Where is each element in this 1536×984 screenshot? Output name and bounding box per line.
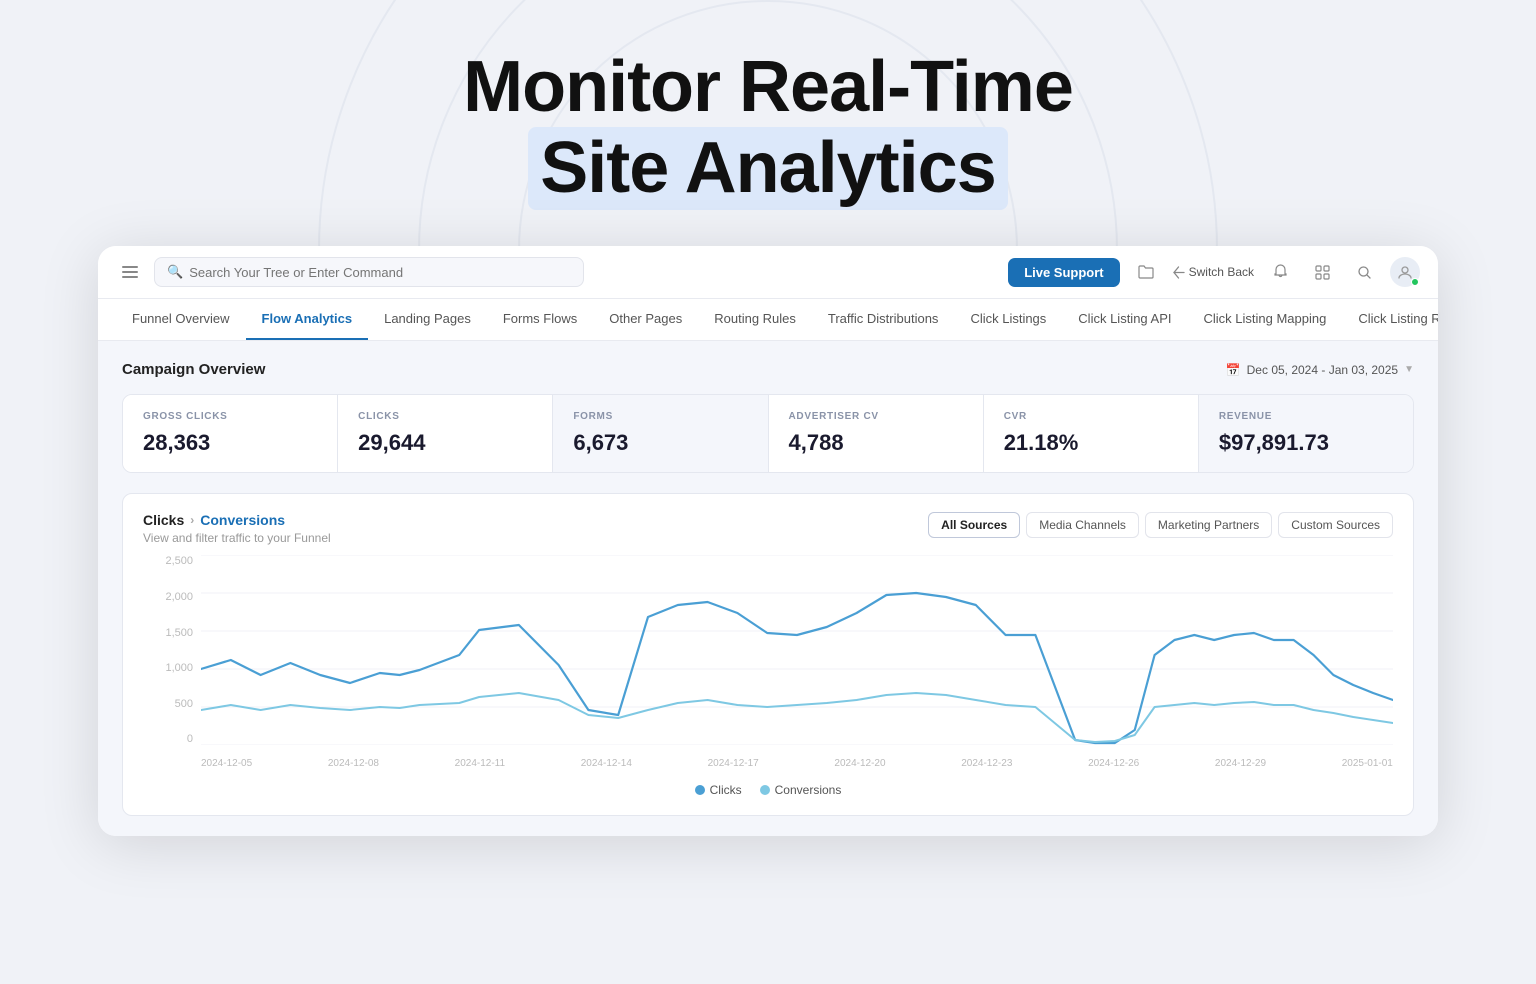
metrics-row: GROSS CLICKS 28,363 CLICKS 29,644 FORMS …: [122, 394, 1414, 473]
chart-x-label: 2024-12-23: [961, 758, 1012, 769]
hero-section: Monitor Real-Time Site Analytics: [0, 0, 1536, 246]
nav-tab-traffic-distributions[interactable]: Traffic Distributions: [812, 299, 955, 340]
chart-x-label: 2024-12-29: [1215, 758, 1266, 769]
legend-dot: [695, 785, 705, 795]
metric-value-forms: 6,673: [573, 430, 747, 456]
dashboard-window: 🔍 Live Support Switch Back: [98, 246, 1438, 836]
metric-value-gross-clicks: 28,363: [143, 430, 317, 456]
nav-tab-click-listings[interactable]: Click Listings: [954, 299, 1062, 340]
live-support-button[interactable]: Live Support: [1008, 258, 1119, 287]
sidebar-toggle[interactable]: [116, 258, 144, 286]
chart-x-label: 2024-12-14: [581, 758, 632, 769]
metric-cell-clicks: CLICKS 29,644: [338, 395, 553, 472]
chart-x-label: 2024-12-05: [201, 758, 252, 769]
folder-icon[interactable]: [1130, 256, 1162, 288]
chart-legend: Clicks Conversions: [143, 783, 1393, 797]
metric-label-clicks: CLICKS: [358, 411, 532, 422]
calendar-icon: 📅: [1226, 363, 1241, 377]
nav-tab-click-listing-mapping[interactable]: Click Listing Mapping: [1188, 299, 1343, 340]
date-range-value: Dec 05, 2024 - Jan 03, 2025: [1247, 363, 1398, 377]
chart-title-area: Clicks › Conversions View and filter tra…: [143, 512, 331, 545]
metric-value-cvr: 21.18%: [1004, 430, 1178, 456]
metric-label-revenue: REVENUE: [1219, 411, 1393, 422]
chart-x-labels: 2024-12-05 2024-12-08 2024-12-11 2024-12-14…: [201, 751, 1393, 775]
metric-value-clicks: 29,644: [358, 430, 532, 456]
metric-value-advertiser-cv: 4,788: [789, 430, 963, 456]
chart-header: Clicks › Conversions View and filter tra…: [143, 512, 1393, 545]
chart-x-label: 2024-12-20: [834, 758, 885, 769]
chart-title: Clicks › Conversions: [143, 512, 331, 528]
metric-cell-forms: FORMS 6,673: [553, 395, 768, 472]
search-top-icon[interactable]: [1348, 256, 1380, 288]
nav-tab-funnel-overview[interactable]: Funnel Overview: [116, 299, 246, 340]
nav-tab-routing-rules[interactable]: Routing Rules: [698, 299, 812, 340]
metric-cell-revenue: REVENUE $97,891.73: [1199, 395, 1413, 472]
chart-section: Clicks › Conversions View and filter tra…: [122, 493, 1414, 816]
chart-inner: [201, 555, 1393, 745]
date-range-picker[interactable]: 📅 Dec 05, 2024 - Jan 03, 2025 ▼: [1226, 363, 1414, 377]
grid-icon[interactable]: [1306, 256, 1338, 288]
content-area: Campaign Overview 📅 Dec 05, 2024 - Jan 0…: [98, 341, 1438, 836]
metric-label-gross-clicks: GROSS CLICKS: [143, 411, 317, 422]
source-filter-marketing-partners[interactable]: Marketing Partners: [1145, 512, 1272, 538]
legend-item-conversions: Conversions: [760, 783, 842, 797]
chart-y-labels: 2,500 2,000 1,500 1,000 500 0: [143, 555, 193, 745]
chart-y-label: 1,000: [143, 662, 193, 674]
chart-title-sub: Conversions: [200, 512, 285, 528]
search-input[interactable]: [189, 265, 571, 280]
legend-item-clicks: Clicks: [695, 783, 742, 797]
chart-x-label: 2025-01-01: [1342, 758, 1393, 769]
metric-label-cvr: CVR: [1004, 411, 1178, 422]
legend-label: Clicks: [710, 783, 742, 797]
metric-value-revenue: $97,891.73: [1219, 430, 1393, 456]
switch-back-btn[interactable]: Switch Back: [1172, 265, 1254, 279]
legend-dot: [760, 785, 770, 795]
switch-back-label: Switch Back: [1189, 265, 1254, 279]
metric-cell-cvr: CVR 21.18%: [984, 395, 1199, 472]
source-filter-all-sources[interactable]: All Sources: [928, 512, 1020, 538]
source-filters: All SourcesMedia ChannelsMarketing Partn…: [928, 512, 1393, 538]
chart-y-label: 2,500: [143, 555, 193, 567]
bell-icon[interactable]: [1264, 256, 1296, 288]
nav-tab-forms-flows[interactable]: Forms Flows: [487, 299, 593, 340]
hero-line1: Monitor Real-Time: [463, 47, 1073, 127]
campaign-title: Campaign Overview: [122, 361, 265, 378]
chart-x-label: 2024-12-17: [708, 758, 759, 769]
campaign-header: Campaign Overview 📅 Dec 05, 2024 - Jan 0…: [122, 361, 1414, 378]
chart-title-main: Clicks: [143, 512, 184, 528]
metric-label-advertiser-cv: ADVERTISER CV: [789, 411, 963, 422]
chart-y-label: 2,000: [143, 591, 193, 603]
nav-tab-click-listing-api[interactable]: Click Listing API: [1062, 299, 1187, 340]
hero-line2: Site Analytics: [528, 127, 1008, 210]
avatar[interactable]: [1390, 257, 1420, 287]
search-icon: 🔍: [167, 264, 183, 280]
source-filter-media-channels[interactable]: Media Channels: [1026, 512, 1139, 538]
nav-tab-landing-pages[interactable]: Landing Pages: [368, 299, 487, 340]
source-filter-custom-sources[interactable]: Custom Sources: [1278, 512, 1393, 538]
nav-tab-flow-analytics[interactable]: Flow Analytics: [246, 299, 369, 340]
nav-tabs: Funnel OverviewFlow AnalyticsLanding Pag…: [98, 299, 1438, 341]
chart-y-label: 500: [143, 698, 193, 710]
chart-x-label: 2024-12-11: [455, 758, 505, 769]
chart-container: 2,500 2,000 1,500 1,000 500 0: [143, 555, 1393, 775]
metric-label-forms: FORMS: [573, 411, 747, 422]
chart-x-label: 2024-12-08: [328, 758, 379, 769]
chart-grid-lines: [201, 555, 1393, 745]
chart-x-label: 2024-12-26: [1088, 758, 1139, 769]
nav-tab-other-pages[interactable]: Other Pages: [593, 299, 698, 340]
metric-cell-advertiser-cv: ADVERTISER CV 4,788: [769, 395, 984, 472]
hero-title: Monitor Real-Time Site Analytics: [0, 48, 1536, 210]
search-bar[interactable]: 🔍: [154, 257, 584, 287]
metric-cell-gross-clicks: GROSS CLICKS 28,363: [123, 395, 338, 472]
chevron-down-icon: ▼: [1404, 364, 1414, 375]
chart-y-label: 1,500: [143, 627, 193, 639]
legend-label: Conversions: [775, 783, 842, 797]
nav-tab-click-listing-report[interactable]: Click Listing Report: [1342, 299, 1438, 340]
top-bar: 🔍 Live Support Switch Back: [98, 246, 1438, 299]
chart-subtitle: View and filter traffic to your Funnel: [143, 531, 331, 545]
avatar-online-dot: [1411, 278, 1419, 286]
breadcrumb-sep: ›: [190, 513, 194, 527]
chart-y-label: 0: [143, 733, 193, 745]
